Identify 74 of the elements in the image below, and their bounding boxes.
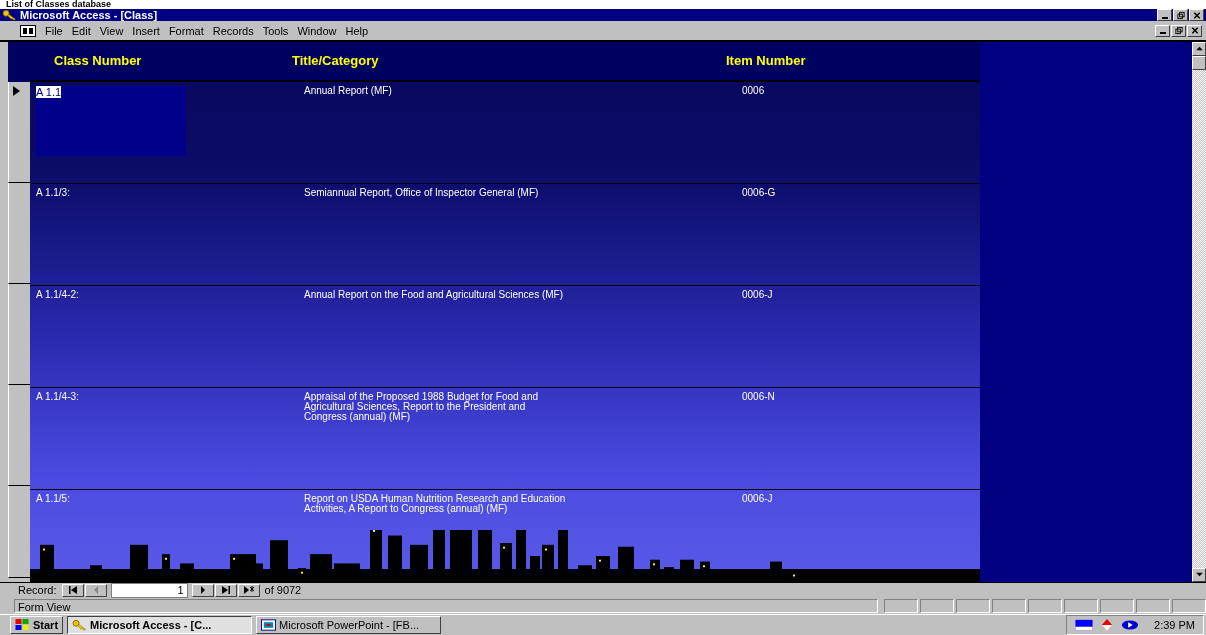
class-number-field[interactable]: A 1.1/4-3: <box>36 391 290 402</box>
record-selector[interactable] <box>8 485 30 578</box>
taskbar-button[interactable]: Microsoft Access - [C... <box>67 616 253 634</box>
taskbar-button[interactable]: Microsoft PowerPoint - [FB... <box>256 616 442 634</box>
last-icon <box>220 586 231 595</box>
first-record-button[interactable] <box>61 583 84 597</box>
new-record-icon <box>243 586 254 595</box>
status-pane <box>920 599 954 614</box>
menu-item[interactable]: File <box>45 24 63 37</box>
minimize-button[interactable] <box>1157 9 1172 22</box>
menu-item[interactable]: Records <box>212 24 254 37</box>
item-number-field[interactable]: 0006 <box>742 85 980 96</box>
minimize-icon <box>1159 32 1166 35</box>
title-field[interactable]: Annual Report (MF) <box>304 85 569 96</box>
first-icon <box>67 586 78 595</box>
window-title: Microsoft Access - [Class] <box>20 9 158 22</box>
windows-flag-icon <box>15 619 30 631</box>
next-record-button[interactable] <box>191 583 214 597</box>
presentation-icon <box>261 619 277 631</box>
record-number-field[interactable]: 1 <box>110 582 188 598</box>
menu-item[interactable]: Window <box>297 24 337 37</box>
item-number-field[interactable]: 0006-J <box>742 493 980 504</box>
record-selector[interactable] <box>8 81 30 183</box>
column-header: Title/Category <box>291 53 380 69</box>
column-header: Class Number <box>53 53 143 69</box>
key-icon <box>72 619 88 631</box>
scroll-thumb[interactable] <box>1192 55 1206 70</box>
item-number-field[interactable]: 0006-N <box>742 391 980 402</box>
scroll-up-icon[interactable] <box>1195 46 1203 52</box>
start-button[interactable]: Start <box>10 616 64 634</box>
title-field[interactable]: Report on USDA Human Nutrition Research and Education Activities, A Report to Congress (annual) (MF) <box>304 493 569 514</box>
minimize-icon <box>1161 16 1168 19</box>
title-field[interactable]: Annual Report on the Food and Agricultural Sciences (MF) <box>304 289 569 300</box>
menu-item[interactable]: Format <box>168 24 204 37</box>
clock: 2:39 PM <box>1154 619 1195 631</box>
minimize-button[interactable] <box>1155 24 1170 37</box>
last-record-button[interactable] <box>214 583 237 597</box>
previous-record-button[interactable] <box>84 583 107 597</box>
column-header: Item Number <box>725 53 807 69</box>
key-icon <box>2 9 17 22</box>
status-text: Form View <box>14 599 878 614</box>
restore-button[interactable] <box>1171 24 1186 37</box>
close-button[interactable] <box>1189 9 1204 22</box>
new-record-button[interactable] <box>237 583 260 597</box>
item-number-field[interactable]: 0006-J <box>742 289 980 300</box>
status-pane <box>992 599 1026 614</box>
class-number-field[interactable]: A 1.1 <box>36 85 186 156</box>
item-number-field[interactable]: 0006-G <box>742 187 980 198</box>
title-field[interactable]: Appraisal of the Proposed 1988 Budget for Food and Agricultural Sciences, Report to the President and Congress (annual) (MF) <box>304 391 569 422</box>
network-card-icon[interactable] <box>1075 619 1094 631</box>
status-pane <box>884 599 918 614</box>
status-pane <box>1136 599 1170 614</box>
class-number-field[interactable]: A 1.1/4-2: <box>36 289 290 300</box>
status-pane <box>1100 599 1134 614</box>
class-number-field[interactable]: A 1.1/3: <box>36 187 290 198</box>
restore-button[interactable] <box>1173 9 1188 22</box>
scroll-down-icon[interactable] <box>1195 572 1203 578</box>
form-icon[interactable] <box>20 24 36 37</box>
title-field[interactable]: Semiannual Report, Office of Inspector General (MF) <box>304 187 569 198</box>
record-count: of 9072 <box>264 584 302 597</box>
close-button[interactable] <box>1187 24 1202 37</box>
menu-item[interactable]: Insert <box>132 24 160 37</box>
speech-bubble-icon[interactable] <box>1121 619 1140 631</box>
menu-item[interactable]: Tools <box>262 24 289 37</box>
record-label: Record: <box>18 584 57 597</box>
menu-item[interactable]: Edit <box>71 24 91 37</box>
status-pane <box>956 599 990 614</box>
menu-item[interactable]: View <box>99 24 124 37</box>
status-pane <box>1172 599 1206 614</box>
slide-title: List of Classes database <box>0 0 1206 9</box>
class-number-field[interactable]: A 1.1/5: <box>36 493 290 504</box>
menu-item[interactable]: Help <box>345 24 369 37</box>
status-pane <box>1028 599 1062 614</box>
status-pane <box>1064 599 1098 614</box>
